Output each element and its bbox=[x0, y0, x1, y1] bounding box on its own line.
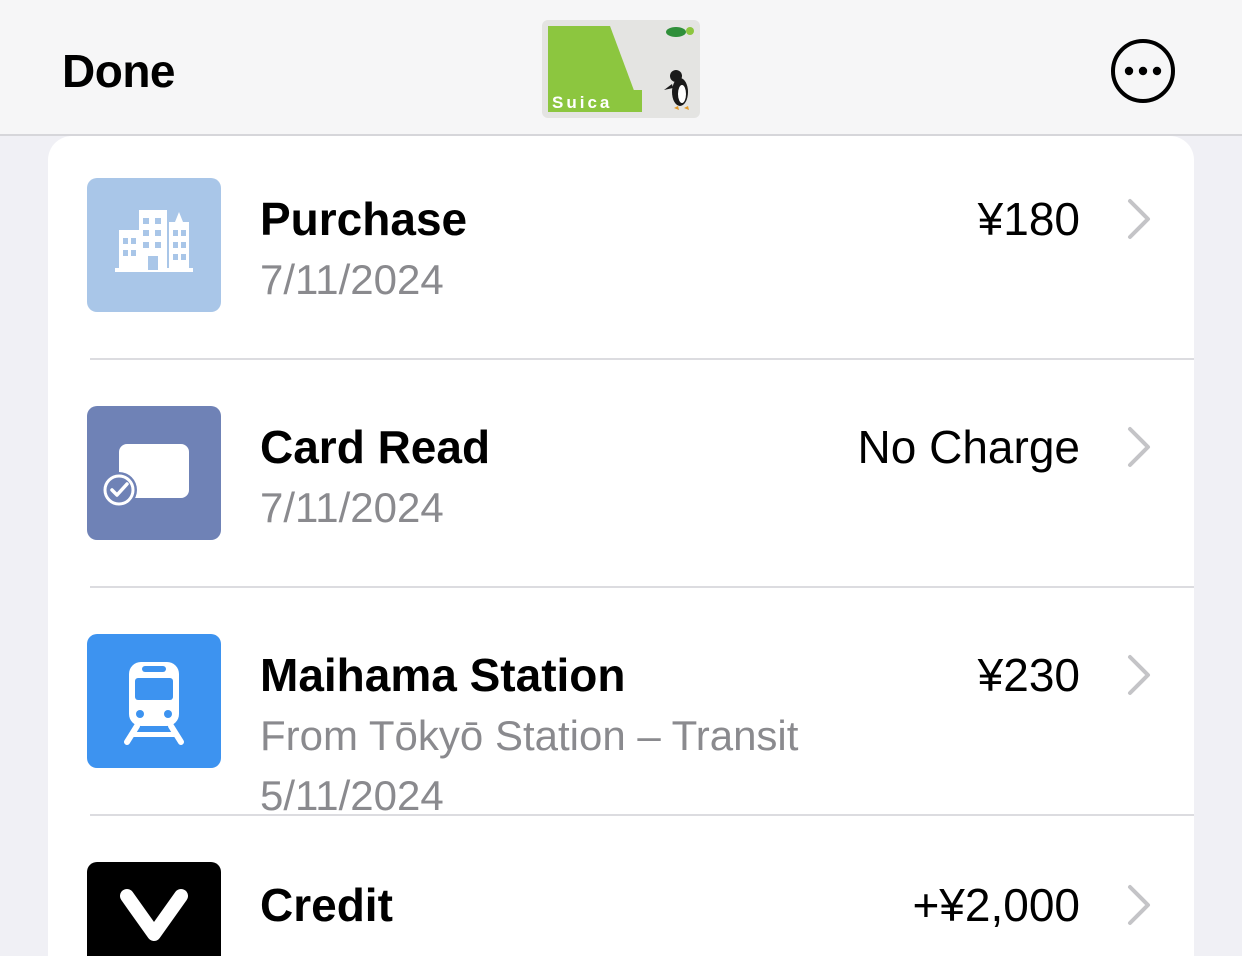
navigation-bar: Done Suica bbox=[0, 0, 1242, 136]
transaction-date: 7/11/2024 bbox=[260, 484, 444, 531]
transaction-amount: +¥2,000 bbox=[912, 879, 1080, 931]
suica-logo-text: Suica bbox=[552, 93, 612, 112]
transaction-amount: ¥180 bbox=[977, 193, 1080, 245]
transaction-title: Maihama Station bbox=[260, 649, 626, 701]
train-icon bbox=[87, 634, 221, 768]
card-check-icon bbox=[87, 406, 221, 540]
suica-card-thumbnail[interactable]: Suica bbox=[542, 20, 700, 118]
chevron-right-icon bbox=[1128, 199, 1150, 239]
ellipsis-circle-icon[interactable] bbox=[1110, 38, 1176, 104]
chevron-right-icon bbox=[1128, 427, 1150, 467]
transaction-date: 7/11/2024 bbox=[260, 256, 444, 303]
transaction-date: 5/11/2024 bbox=[260, 772, 444, 819]
transaction-list: Purchase 7/11/2024 ¥180 Card Read 7/11/2… bbox=[48, 136, 1194, 956]
chevron-right-icon bbox=[1128, 885, 1150, 925]
brand-logo-icon bbox=[87, 862, 221, 956]
done-button[interactable]: Done bbox=[62, 44, 176, 98]
chevron-right-icon bbox=[1128, 655, 1150, 695]
buildings-icon bbox=[87, 178, 221, 312]
transaction-title: Card Read bbox=[260, 421, 491, 473]
transaction-row-card-read[interactable]: Card Read 7/11/2024 No Charge bbox=[48, 360, 1194, 586]
transaction-row-purchase[interactable]: Purchase 7/11/2024 ¥180 bbox=[48, 136, 1194, 358]
transaction-title: Credit bbox=[260, 879, 393, 931]
transaction-route: From Tōkyō Station – Transit bbox=[260, 712, 799, 759]
transaction-amount: ¥230 bbox=[977, 649, 1080, 701]
transaction-row-maihama-station[interactable]: Maihama Station From Tōkyō Station – Tra… bbox=[48, 588, 1194, 819]
transaction-row-credit[interactable]: Credit +¥2,000 bbox=[48, 816, 1194, 956]
transaction-title: Purchase bbox=[260, 193, 468, 245]
transaction-amount: No Charge bbox=[857, 421, 1080, 473]
